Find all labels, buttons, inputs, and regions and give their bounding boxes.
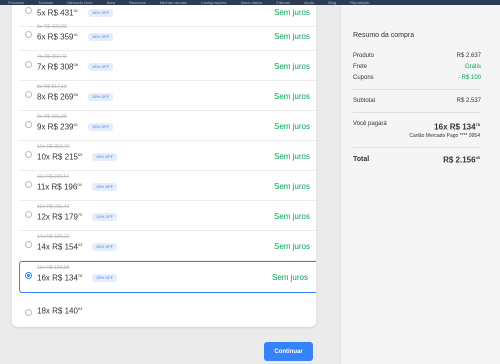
discount-badge: 15% OFF [92,274,118,282]
subtotal-value: R$ 2.537 [456,98,481,104]
installment-radio[interactable] [25,181,32,188]
discount-badge: 15% OFF [92,243,118,251]
installment-price: 7x R$ 30806 [37,62,78,72]
interest-label: Sem juros [273,212,310,221]
installment-price: 11x R$ 19604 [37,182,82,192]
installment-radio[interactable] [25,7,32,14]
interest-label: Sem juros [273,182,310,191]
original-price: 11x R$ 230,64 [37,174,70,180]
original-price: 10x R$ 253,70 [37,144,70,150]
subtotal-label: Subtotal [353,98,376,104]
installment-option[interactable]: 12x R$ 211,42 12x R$ 17970 15% OFF Sem juro… [20,201,316,231]
installment-radio[interactable] [25,211,32,218]
original-price: 9x R$ 281,89 [37,114,67,120]
installment-option[interactable]: 16x R$ 158,56 16x R$ 13478 15% OFF Sem juro… [19,261,316,293]
installment-radio[interactable] [25,241,32,248]
interest-label: Sem juros [273,32,310,41]
summary-subtotal-line: Subtotal R$ 2.537 [353,98,481,104]
installment-radio[interactable] [25,121,32,128]
summary-divider [353,89,481,90]
interest-label: Sem juros [273,8,310,17]
installment-option[interactable]: 9x R$ 281,89 9x R$ 23961 15% OFF Sem juros [20,111,316,141]
purchase-summary: Resumo da compra Produto R$ 2.637 Frete … [340,5,500,364]
installment-option[interactable]: 14x R$ 181,21 14x R$ 15403 15% OFF Sem juro… [20,231,316,261]
discount-badge: 15% OFF [88,9,114,17]
installment-radio[interactable] [25,91,32,98]
interest-label: Sem juros [273,152,310,161]
discount-badge: 15% OFF [88,123,114,131]
summary-product-line: Produto R$ 2.637 [353,53,481,59]
total-value: R$ 2.15645 [443,155,480,165]
interest-label: Sem juros [273,92,310,101]
installment-option[interactable]: 6x R$ 422,83 6x R$ 35941 15% OFF Sem juros [20,21,316,51]
coupons-label: Cupons [353,75,374,81]
total-label: Total [353,156,370,163]
installment-price: 9x R$ 23961 [37,122,78,132]
interest-label: Sem juros [273,242,310,251]
continue-button[interactable]: Continuar [264,342,313,361]
original-price: 8x R$ 317,13 [37,84,67,90]
installment-option[interactable]: 10x R$ 253,70 10x R$ 21565 15% OFF Sem juro… [20,141,316,171]
discount-badge: 15% OFF [92,213,118,221]
you-pay-value: 16x R$ 13478 [434,122,480,132]
installment-price: 16x R$ 13478 [37,273,83,283]
installment-price: 5x R$ 43131 [37,8,78,18]
interest-label: Sem juros [273,122,310,131]
product-value: R$ 2.637 [456,53,481,59]
interest-label: Sem juros [273,62,310,71]
installment-price: 6x R$ 35941 [37,32,78,42]
discount-badge: 15% OFF [88,63,114,71]
summary-divider [353,112,481,113]
original-price: 6x R$ 422,83 [37,24,67,30]
installment-radio[interactable] [25,272,32,279]
original-price: 5x R$ 431,51 [37,5,67,6]
installment-price: 12x R$ 17970 [37,212,83,222]
original-price: 12x R$ 211,42 [37,204,70,210]
installment-price: 10x R$ 21565 [37,152,83,162]
discount-badge: 15% OFF [92,153,118,161]
installment-option[interactable]: 18x R$ 14094 [20,299,316,327]
installment-radio[interactable] [25,151,32,158]
installment-option[interactable]: 11x R$ 230,64 11x R$ 19604 15% OFF Sem juro… [20,171,316,201]
summary-title: Resumo da compra [353,32,415,39]
card-info: Cartão Mercado Pago **** 9954 [409,133,480,139]
installment-option[interactable]: 7x R$ 362,43 7x R$ 30806 15% OFF Sem juros [20,51,316,81]
bookmark-item[interactable]: Blog [328,0,336,5]
shipping-label: Frete [353,64,368,70]
summary-shipping-line: Frete Grátis [353,64,481,70]
original-price: 16x R$ 158,56 [37,265,70,271]
original-price: 14x R$ 181,21 [37,234,70,240]
you-pay-label: Você pagará [353,121,387,127]
product-label: Produto [353,53,375,59]
installment-radio[interactable] [25,309,32,316]
installment-radio[interactable] [25,61,32,68]
interest-label: Sem juros [271,273,308,282]
installment-radio[interactable] [25,31,32,38]
shipping-value: Grátis [464,64,481,70]
summary-coupons-line: Cupons - R$ 100 [353,75,481,81]
discount-badge: 15% OFF [88,33,114,41]
installments-card: 5x R$ 431,515x R$ 4313115% OFFSem juros6… [12,5,316,327]
summary-divider [353,147,481,148]
installment-option[interactable]: 8x R$ 317,13 8x R$ 26955 15% OFF Sem juros [20,81,316,111]
coupons-value: - R$ 100 [457,75,481,81]
original-price: 7x R$ 362,43 [37,54,67,60]
radio-selected-dot [27,274,30,277]
discount-badge: 15% OFF [88,93,114,101]
discount-badge: 15% OFF [92,183,118,191]
installment-price: 14x R$ 15403 [37,242,83,252]
installment-price: 18x R$ 14094 [37,306,83,316]
installment-price: 8x R$ 26955 [37,92,78,102]
